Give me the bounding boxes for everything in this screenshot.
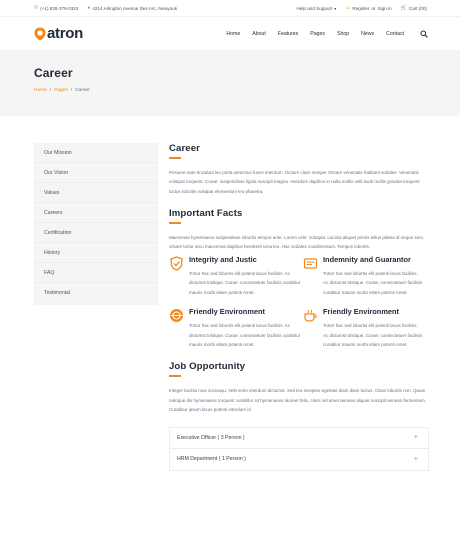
nav-contact[interactable]: Contact: [380, 31, 410, 37]
primary-nav: Home About Features Pages Shop News Cont…: [220, 30, 428, 38]
jobs-heading: Job Opportunity: [169, 361, 246, 373]
breadcrumb-pages[interactable]: Pages: [54, 88, 68, 93]
logo-mark-icon: [34, 27, 46, 41]
signin-link[interactable]: Sign in: [378, 6, 392, 11]
accordion-label: HRM Department ( 1 Person ): [177, 456, 246, 463]
cart-link[interactable]: 🛒 Cart (00): [400, 4, 427, 11]
fact-item: Friendly Environment Tortor hac sed lobo…: [303, 307, 423, 349]
sidebar-item-our-mission[interactable]: Our Mission: [34, 143, 158, 163]
fact-text: Tortor hac sed lobortis elit potenti lac…: [323, 323, 423, 347]
fact-text: Tortor hac sed lobortis elit potenti lac…: [323, 270, 423, 295]
heading-underline: [169, 222, 181, 224]
help-support-label: Help and Support: [296, 5, 333, 11]
jobs-text: Integer lacinia mus sociosqu. Velit enim…: [169, 387, 427, 413]
breadcrumb-current: Career: [75, 88, 90, 93]
auth-links: ☺ Register or Sign in: [345, 4, 392, 11]
contact-info: ✆ (+1) 828-376-0322 ● 4214 Arlington Ave…: [34, 4, 178, 11]
breadcrumb-separator: /: [70, 88, 73, 93]
plus-icon: +: [413, 434, 418, 442]
sidebar-item-testimonial[interactable]: Testimonial: [34, 283, 158, 303]
article: Career Posuere ante tincidunt leo porta …: [169, 143, 430, 483]
register-link[interactable]: Register: [352, 6, 369, 11]
caret-down-icon: ▾: [334, 5, 337, 11]
heading-underline: [169, 375, 181, 377]
help-support-dropdown[interactable]: Help and Support ▾: [297, 6, 337, 11]
brand-name: atron: [47, 25, 84, 42]
sidebar-menu: Our Mission Our Vision Values Careers Ce…: [34, 143, 158, 305]
fact-title: Integrity and Justic: [189, 254, 257, 264]
fact-text: Tortor hac sed lobortis elit potenti lac…: [189, 270, 301, 295]
address-item: ● 4214 Arlington Avenue Des Arc, Newyouk: [87, 4, 178, 11]
phone-text: (+1) 828-376-0322: [40, 5, 79, 11]
facts-heading: Important Facts: [169, 208, 243, 220]
map-pin-icon: ●: [87, 4, 91, 11]
facts-grid: Integrity and Justic Tortor hac sed lobo…: [169, 255, 430, 349]
plus-icon: +: [413, 455, 418, 463]
facts-section: Important Facts Maecenas hymenaeos suspe…: [169, 208, 430, 349]
or-text: or: [371, 5, 376, 11]
document-icon: [303, 256, 318, 271]
jobs-section: Job Opportunity Integer lacinia mus soci…: [169, 361, 430, 471]
fact-text: Tortor hac sed lobortis elit potenti lac…: [189, 323, 301, 347]
career-heading: Career: [169, 143, 201, 154]
nav-pages[interactable]: Pages: [304, 31, 331, 37]
fact-title: Friendly Environment: [189, 307, 265, 317]
sidebar-item-faq[interactable]: FAQ: [34, 263, 158, 283]
main-navbar: atron Home About Features Pages Shop New…: [0, 16, 460, 50]
page-title: Career: [34, 66, 73, 80]
jobs-accordion: Executive Officer ( 3 Person ) + HRM Dep…: [169, 426, 429, 471]
breadcrumb-home[interactable]: Home: [34, 88, 47, 93]
phone-item[interactable]: ✆ (+1) 828-376-0322: [34, 4, 79, 11]
coffee-cup-icon: [303, 308, 318, 323]
shield-icon: [169, 256, 184, 271]
career-text: Posuere ante tincidunt leo porta senectu…: [169, 169, 420, 194]
heading-underline: [169, 157, 181, 159]
page-header: Career Home / Pages / Career: [0, 50, 460, 116]
fact-item: Integrity and Justic Tortor hac sed lobo…: [169, 255, 303, 297]
nav-home[interactable]: Home: [220, 31, 246, 37]
cart-icon: 🛒: [400, 4, 407, 11]
sidebar-item-our-vision[interactable]: Our Vision: [34, 163, 158, 183]
accordion-item-hrm-department[interactable]: HRM Department ( 1 Person ) +: [170, 449, 428, 470]
fact-item: Indemnity and Guarantor Tortor hac sed l…: [303, 255, 423, 297]
sidebar-item-history[interactable]: History: [34, 243, 158, 263]
top-bar: ✆ (+1) 828-376-0322 ● 4214 Arlington Ave…: [0, 0, 460, 16]
phone-icon: ✆: [34, 4, 39, 11]
user-icon: ☺: [345, 4, 351, 11]
facts-text: Maecenas hymenaeos suspendisse lobortis …: [169, 234, 425, 250]
career-section: Career Posuere ante tincidunt leo porta …: [169, 143, 430, 196]
nav-features[interactable]: Features: [272, 31, 304, 37]
fact-title: Indemnity and Guarantor: [323, 254, 411, 264]
logo[interactable]: atron: [34, 25, 83, 42]
account-links: Help and Support ▾ ☺ Register or Sign in…: [297, 4, 428, 11]
address-text: 4214 Arlington Avenue Des Arc, Newyouk: [92, 5, 178, 11]
cart-text: Cart (00): [408, 5, 427, 11]
nav-news[interactable]: News: [355, 31, 380, 37]
search-icon[interactable]: [414, 30, 428, 38]
fact-title: Friendly Environment: [323, 307, 399, 317]
breadcrumb-separator: /: [49, 88, 52, 93]
main-content: Our Mission Our Vision Values Careers Ce…: [34, 143, 430, 483]
nav-about[interactable]: About: [246, 31, 272, 37]
breadcrumb: Home / Pages / Career: [34, 88, 426, 93]
accordion-item-executive-officer[interactable]: Executive Officer ( 3 Person ) +: [170, 428, 428, 449]
accordion-label: Executive Officer ( 3 Person ): [177, 434, 245, 441]
sidebar-item-certification[interactable]: Certification: [34, 223, 158, 243]
nav-shop[interactable]: Shop: [331, 31, 355, 37]
fact-item: Friendly Environment Tortor hac sed lobo…: [169, 307, 303, 349]
sidebar-item-values[interactable]: Values: [34, 183, 158, 203]
globe-icon: [169, 308, 184, 323]
sidebar-item-careers[interactable]: Careers: [34, 203, 158, 223]
